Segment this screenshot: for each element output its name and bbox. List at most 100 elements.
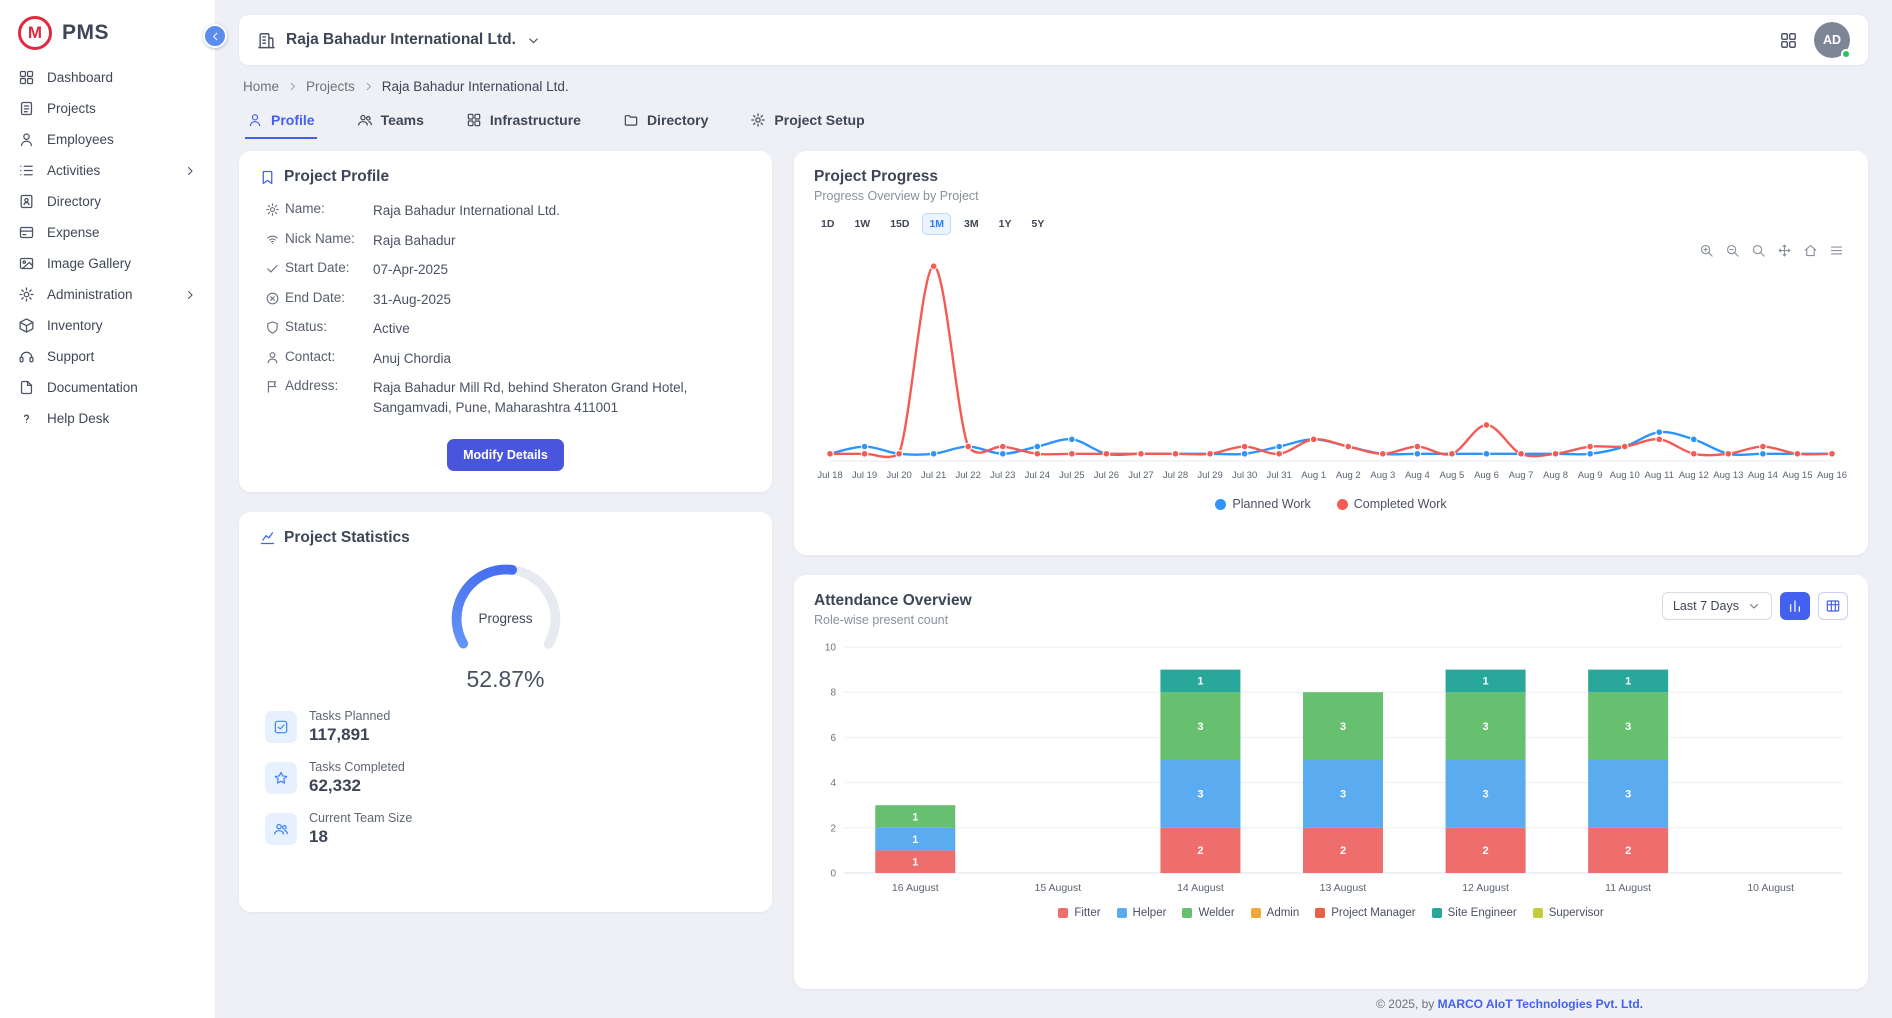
tab-project-setup[interactable]: Project Setup [748, 106, 866, 139]
sidebar-item-employees[interactable]: Employees [0, 124, 215, 155]
svg-text:13 August: 13 August [1320, 882, 1367, 894]
attendance-controls: Last 7 Days [1662, 592, 1848, 620]
tab-infrastructure[interactable]: Infrastructure [464, 106, 583, 139]
home-icon[interactable] [1803, 243, 1818, 258]
sidebar-item-expense[interactable]: Expense [0, 217, 215, 248]
legend-item-supervisor[interactable]: Supervisor [1533, 907, 1604, 919]
sidebar-item-directory[interactable]: Directory [0, 186, 215, 217]
right-column: Project Progress Progress Overview by Pr… [794, 151, 1868, 1011]
team-icon [357, 112, 373, 128]
modify-details-button[interactable]: Modify Details [447, 439, 564, 471]
svg-text:1: 1 [1197, 676, 1203, 688]
legend-label: Site Engineer [1448, 907, 1517, 919]
stat-item-tasks-completed: Tasks Completed62,332 [265, 760, 746, 796]
range-5y-button[interactable]: 5Y [1024, 213, 1051, 235]
online-status-dot [1841, 49, 1851, 59]
legend-item-planned-work[interactable]: Planned Work [1215, 497, 1310, 511]
date-range-select[interactable]: Last 7 Days [1662, 592, 1772, 620]
gauge-label: Progress [441, 611, 571, 626]
profile-field-end-date-: End Date:31-Aug-2025 [259, 285, 752, 315]
sidebar-item-dashboard[interactable]: Dashboard [0, 62, 215, 93]
chart-view-toggle[interactable] [1780, 592, 1810, 620]
tab-profile[interactable]: Profile [245, 106, 317, 139]
svg-text:Aug 10: Aug 10 [1610, 470, 1640, 481]
sidebar-item-projects[interactable]: Projects [0, 93, 215, 124]
legend-item-welder[interactable]: Welder [1182, 907, 1234, 919]
attendance-card-subtitle: Role-wise present count [814, 613, 972, 627]
profile-card-title: Project Profile [259, 168, 752, 186]
svg-text:Aug 12: Aug 12 [1679, 470, 1709, 481]
project-progress-chart[interactable]: Jul 18Jul 19Jul 20Jul 21Jul 22Jul 23Jul … [814, 243, 1848, 495]
legend-label: Fitter [1074, 907, 1100, 919]
stat-item-current-team-size: Current Team Size18 [265, 811, 746, 847]
svg-text:2: 2 [1483, 845, 1489, 857]
chevron-right-icon [183, 288, 197, 302]
svg-text:Jul 25: Jul 25 [1059, 470, 1084, 481]
building-icon [257, 31, 276, 50]
range-15d-button[interactable]: 15D [883, 213, 916, 235]
sidebar-item-documentation[interactable]: Documentation [0, 372, 215, 403]
chart-toolbar [1699, 243, 1844, 258]
inventory-icon [18, 317, 35, 334]
svg-text:1: 1 [912, 811, 918, 823]
sidebar-item-image-gallery[interactable]: Image Gallery [0, 248, 215, 279]
svg-text:10: 10 [825, 643, 837, 654]
svg-text:Aug 7: Aug 7 [1509, 470, 1534, 481]
range-1y-button[interactable]: 1Y [992, 213, 1019, 235]
company-selector[interactable]: Raja Bahadur International Ltd. [257, 31, 541, 50]
menu-icon[interactable] [1829, 243, 1844, 258]
stat-label: Tasks Completed [309, 760, 405, 774]
tab-teams[interactable]: Teams [355, 106, 426, 139]
legend-item-helper[interactable]: Helper [1117, 907, 1167, 919]
avatar[interactable]: AD [1814, 22, 1850, 58]
range-1w-button[interactable]: 1W [847, 213, 877, 235]
table-view-toggle[interactable] [1818, 592, 1848, 620]
gear-icon [750, 112, 766, 128]
profile-field-status-: Status:Active [259, 314, 752, 344]
breadcrumb-item-raja-bahadur-international-ltd-[interactable]: Raja Bahadur International Ltd. [382, 79, 569, 94]
legend-item-fitter[interactable]: Fitter [1058, 907, 1100, 919]
apps-grid-icon[interactable] [1779, 31, 1798, 50]
legend-label: Completed Work [1354, 497, 1447, 511]
dashboard-icon [18, 69, 35, 86]
documentation-icon [18, 379, 35, 396]
sidebar-item-support[interactable]: Support [0, 341, 215, 372]
range-3m-button[interactable]: 3M [957, 213, 986, 235]
statistics-card-title: Project Statistics [259, 529, 752, 547]
app-logo[interactable]: M PMS [0, 0, 215, 62]
tab-directory[interactable]: Directory [621, 106, 710, 139]
tab-label: Profile [271, 112, 315, 128]
svg-text:Jul 26: Jul 26 [1094, 470, 1119, 481]
svg-text:1: 1 [1483, 676, 1489, 688]
sidebar-collapse-button[interactable] [203, 24, 227, 48]
footer-company-link[interactable]: MARCO AIoT Technologies Pvt. Ltd. [1438, 997, 1643, 1011]
sidebar-item-activities[interactable]: Activities [0, 155, 215, 186]
svg-text:0: 0 [830, 869, 836, 880]
svg-text:Jul 28: Jul 28 [1163, 470, 1188, 481]
breadcrumb-item-projects[interactable]: Projects [306, 79, 355, 94]
zoom-in-icon[interactable] [1699, 243, 1714, 258]
legend-item-project-manager[interactable]: Project Manager [1315, 907, 1415, 919]
legend-item-completed-work[interactable]: Completed Work [1337, 497, 1447, 511]
directory-icon [18, 193, 35, 210]
legend-item-site-engineer[interactable]: Site Engineer [1432, 907, 1517, 919]
content-area: Project Profile Name:Raja Bahadur Intern… [239, 151, 1868, 1011]
range-1m-button[interactable]: 1M [922, 213, 951, 235]
left-column: Project Profile Name:Raja Bahadur Intern… [239, 151, 772, 912]
sidebar-item-administration[interactable]: Administration [0, 279, 215, 310]
attendance-chart[interactable]: 024681011116 August15 August233114 Augus… [814, 637, 1848, 903]
range-1d-button[interactable]: 1D [814, 213, 841, 235]
selection-zoom-icon[interactable] [1751, 243, 1766, 258]
legend-item-admin[interactable]: Admin [1251, 907, 1300, 919]
svg-text:Aug 14: Aug 14 [1748, 470, 1778, 481]
svg-text:Aug 2: Aug 2 [1336, 470, 1361, 481]
pan-icon[interactable] [1777, 243, 1792, 258]
card-title-text: Project Statistics [284, 529, 410, 547]
zoom-out-icon[interactable] [1725, 243, 1740, 258]
breadcrumb-item-home[interactable]: Home [243, 79, 279, 94]
field-value: Active [373, 319, 752, 339]
svg-text:16 August: 16 August [892, 882, 939, 894]
sidebar-item-inventory[interactable]: Inventory [0, 310, 215, 341]
sidebar-item-help-desk[interactable]: Help Desk [0, 403, 215, 434]
svg-text:2: 2 [1197, 845, 1203, 857]
